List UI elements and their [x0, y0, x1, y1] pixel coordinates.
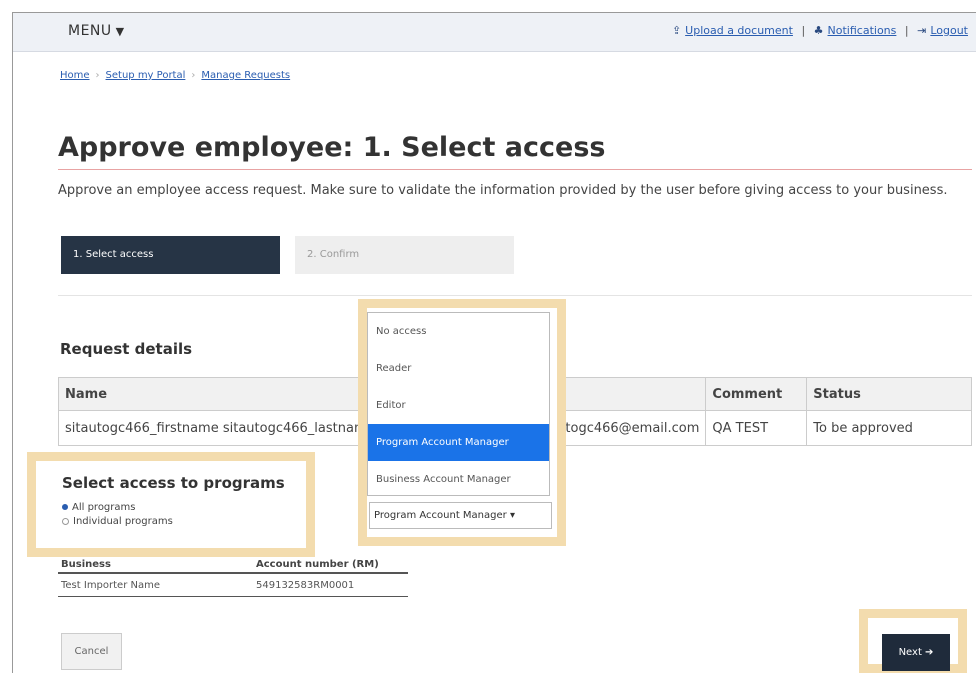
steps-divider [58, 295, 972, 296]
radio-individual-programs[interactable]: Individual programs [62, 516, 173, 527]
request-details-heading: Request details [60, 340, 193, 358]
step-select-access: 1. Select access [61, 236, 280, 274]
breadcrumb-separator: › [95, 70, 100, 81]
radio-label: Individual programs [73, 516, 173, 527]
option-no-access[interactable]: No access [368, 313, 549, 350]
top-links: ⇪ Upload a document | ♣ Notifications | ⇥ L… [672, 24, 968, 37]
radio-selected-icon [62, 504, 68, 510]
logout-link[interactable]: Logout [930, 24, 968, 37]
step-confirm: 2. Confirm [295, 236, 514, 274]
column-header: Business [58, 556, 253, 574]
access-level-options: No access Reader Editor Program Account … [367, 312, 550, 496]
request-name-cell: sitautogc466_firstname sitautogc466_last… [58, 410, 382, 446]
option-business-account-manager[interactable]: Business Account Manager [368, 461, 549, 498]
notifications-link[interactable]: Notifications [828, 24, 897, 37]
upload-document-link[interactable]: Upload a document [685, 24, 793, 37]
app-frame: MENU ▼ ⇪ Upload a document | ♣ Notification… [0, 0, 976, 673]
top-bar: MENU ▼ ⇪ Upload a document | ♣ Notification… [13, 13, 976, 52]
access-level-select[interactable]: Program Account Manager ▾ [369, 502, 552, 529]
separator: | [801, 24, 806, 37]
column-header: Status [806, 377, 972, 411]
option-program-account-manager[interactable]: Program Account Manager [368, 424, 549, 461]
column-header: Account number (RM) [253, 556, 408, 574]
accounts-table: Business Account number (RM) Test Import… [58, 556, 408, 597]
business-cell: Test Importer Name [58, 573, 253, 597]
page-title: Approve employee: 1. Select access [58, 132, 606, 163]
breadcrumb-separator: › [191, 70, 196, 81]
logout-icon: ⇥ [917, 24, 927, 37]
account-number-cell: 549132583RM0001 [253, 573, 408, 597]
bell-icon: ♣ [813, 24, 824, 37]
frame-border-left [12, 12, 13, 673]
programs-heading: Select access to programs [62, 474, 285, 492]
title-divider [58, 169, 972, 170]
request-status-cell: To be approved [806, 410, 972, 446]
column-header: Comment [705, 377, 808, 411]
radio-all-programs[interactable]: All programs [62, 502, 135, 513]
radio-label: All programs [72, 502, 136, 513]
cancel-button[interactable]: Cancel [61, 633, 122, 670]
option-reader[interactable]: Reader [368, 350, 549, 387]
table-row: Test Importer Name 549132583RM0001 [58, 573, 408, 597]
menu-label: MENU [68, 23, 112, 39]
upload-icon: ⇪ [671, 24, 682, 37]
breadcrumb: Home › Setup my Portal › Manage Requests [60, 70, 290, 81]
next-button[interactable]: Next ➔ [882, 634, 950, 671]
intro-text: Approve an employee access request. Make… [58, 183, 948, 198]
radio-unselected-icon [62, 517, 69, 525]
option-editor[interactable]: Editor [368, 387, 549, 424]
request-comment-cell: QA TEST [705, 410, 808, 446]
separator: | [904, 24, 909, 37]
breadcrumb-setup-portal[interactable]: Setup my Portal [106, 70, 186, 81]
column-header: Name [58, 377, 382, 411]
breadcrumb-home[interactable]: Home [60, 70, 90, 81]
table-header-row: Business Account number (RM) [58, 556, 408, 574]
chevron-down-icon: ▼ [115, 25, 125, 38]
menu-button[interactable]: MENU ▼ [68, 23, 125, 39]
breadcrumb-manage-requests[interactable]: Manage Requests [201, 70, 290, 81]
